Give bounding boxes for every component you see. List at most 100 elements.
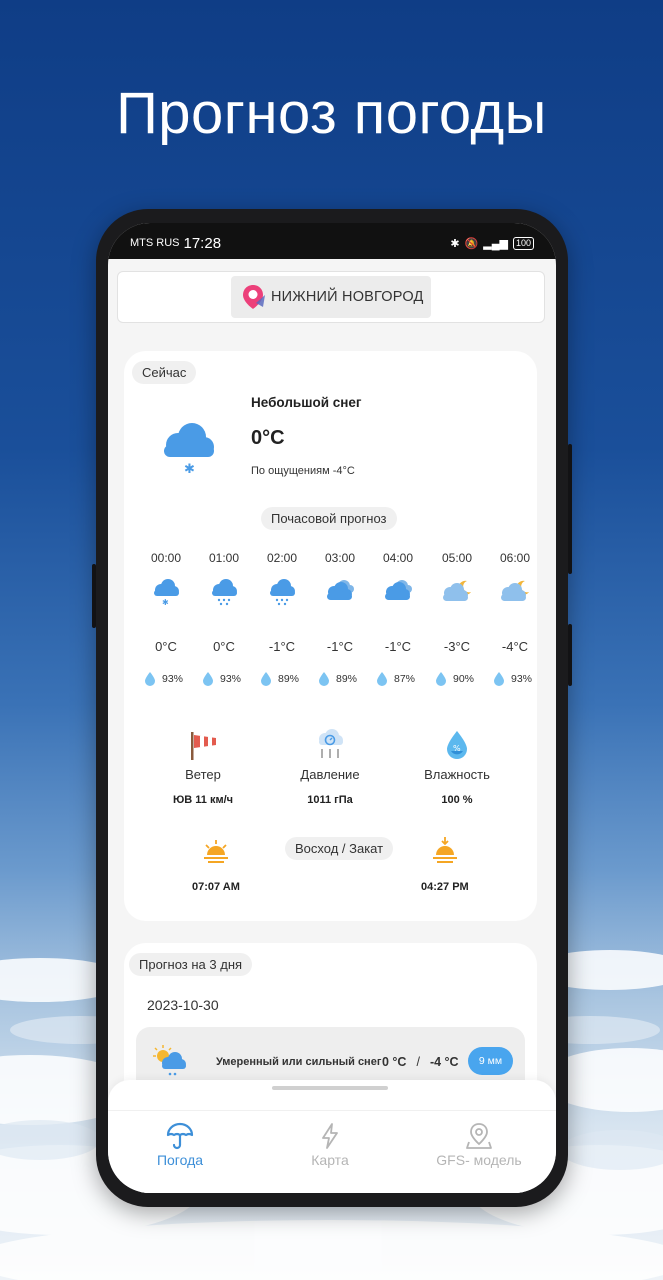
temp-separator: / <box>416 1055 420 1069</box>
forecast-max-temp: 0 °C <box>382 1055 407 1069</box>
humidity-drop-icon <box>261 672 271 686</box>
bottom-navigation: Погода Карта GFS- модель <box>108 1080 556 1193</box>
hourly-item: 00:00 ✱ 0°C 93% <box>138 551 194 687</box>
nav-item-map[interactable]: Карта <box>270 1122 390 1168</box>
hour-temp: 0°C <box>155 639 177 654</box>
cloud-snow-icon: ✱ <box>154 579 179 607</box>
humidity-drop-icon <box>319 672 329 686</box>
phone-side-button <box>568 444 572 574</box>
overcast-icon <box>385 580 412 600</box>
svg-text:%: % <box>453 744 461 753</box>
hour-humidity: 93% <box>162 673 184 685</box>
mute-icon: 🔕 <box>464 237 479 250</box>
humidity-drop-icon <box>494 672 504 686</box>
signal-icon: ▂▄▆ <box>483 237 508 250</box>
lightning-icon <box>322 1123 338 1149</box>
umbrella-icon <box>166 1122 194 1150</box>
city-name: НИЖНИЙ НОВГОРОД <box>271 289 424 305</box>
humidity-drop-icon <box>203 672 213 686</box>
hour-time: 00:00 <box>150 551 182 565</box>
hour-temp: -1°C <box>268 639 296 654</box>
hourly-item: 04:00 -1°C 87% <box>370 551 426 687</box>
hourly-item: 06:00 -4°C 93% <box>487 551 537 687</box>
hour-temp: -1°C <box>326 639 354 654</box>
section-label-forecast: Прогноз на 3 дня <box>129 953 253 976</box>
humidity-drop-icon <box>377 672 387 686</box>
current-temperature: 0°C <box>251 427 285 449</box>
pressure-label: Давление <box>300 767 360 782</box>
nav-label-gfs-model: GFS- модель <box>436 1152 522 1168</box>
hour-time: 06:00 <box>499 551 531 565</box>
hour-temp: -4°C <box>501 639 529 654</box>
humidity-metric: % Влажность 100 % <box>397 729 517 806</box>
forecast-temps: 0 °C / -4 °C <box>382 1055 459 1069</box>
nav-divider <box>108 1110 556 1111</box>
hour-humidity: 89% <box>278 673 300 685</box>
status-icons: ✱ 🔕 ▂▄▆ 100 <box>450 236 534 250</box>
hour-time: 02:00 <box>266 551 298 565</box>
hero-title: Прогноз погоды <box>116 81 547 146</box>
phone-frame: MTS RUS 17:28 ✱ 🔕 ▂▄▆ 100 НИЖНИЙ НОВГОРО… <box>92 209 572 1207</box>
cloud-light-snow-icon <box>270 579 295 606</box>
partly-cloudy-night-icon <box>443 580 471 601</box>
phone-side-button <box>568 624 572 686</box>
svg-text:✱: ✱ <box>184 462 195 477</box>
nav-label-weather: Погода <box>156 1152 204 1168</box>
humidity-drop-icon: % <box>447 731 467 759</box>
humidity-drop-icon <box>436 672 446 686</box>
current-condition: Небольшой снег <box>251 395 362 410</box>
wind-value: ЮВ 11 км/ч <box>172 794 234 806</box>
forecast-date: 2023-10-30 <box>147 997 219 1013</box>
map-pin-icon <box>466 1123 492 1149</box>
phone-side-button <box>92 564 96 628</box>
hour-humidity: 93% <box>511 673 533 685</box>
hour-temp: 0°C <box>213 639 235 654</box>
svg-text:✱: ✱ <box>162 598 169 607</box>
humidity-label: Влажность <box>424 767 490 782</box>
wind-label: Ветер <box>185 767 221 782</box>
partly-cloudy-night-icon <box>501 580 529 601</box>
battery-icon: 100 <box>512 236 534 250</box>
windsock-icon <box>191 732 216 760</box>
humidity-drop-icon <box>145 672 155 686</box>
cloud-light-snow-icon <box>212 579 237 606</box>
cloud-snow-icon: ✱ <box>164 423 214 477</box>
sun-cloud-snow-icon <box>153 1045 186 1076</box>
humidity-value: 100 % <box>441 794 473 806</box>
pressure-value: 1011 гПа <box>307 794 353 806</box>
hour-temp: -3°C <box>443 639 471 654</box>
status-carrier: MTS RUS <box>130 237 180 249</box>
status-bar: MTS RUS 17:28 ✱ 🔕 ▂▄▆ 100 <box>108 223 556 259</box>
barometer-icon <box>319 729 343 758</box>
sunrise-icon <box>204 840 228 863</box>
hourly-forecast-strip[interactable]: 00:00 ✱ 0°C 93% 01:00 0°C 93% 02:00 -1°C <box>138 551 537 701</box>
forecast-min-temp: -4 °C <box>429 1055 459 1069</box>
section-label-now: Сейчас <box>132 361 197 384</box>
forecast-condition: Умеренный или сильный снег <box>216 1056 382 1068</box>
map-pin-icon <box>243 285 265 309</box>
app-screen: MTS RUS 17:28 ✱ 🔕 ▂▄▆ 100 НИЖНИЙ НОВГОРО… <box>108 223 556 1193</box>
sunset-time: 04:27 PM <box>421 881 469 893</box>
hour-time: 03:00 <box>324 551 356 565</box>
hour-time: 04:00 <box>382 551 414 565</box>
feels-like: По ощущениям -4°C <box>251 465 355 477</box>
hour-humidity: 87% <box>394 673 416 685</box>
nav-item-weather[interactable]: Погода <box>120 1122 240 1168</box>
location-selector[interactable]: НИЖНИЙ НОВГОРОД <box>231 276 431 318</box>
hour-humidity: 93% <box>220 673 242 685</box>
hourly-item: 02:00 -1°C 89% <box>254 551 310 687</box>
hourly-item: 05:00 -3°C 90% <box>429 551 485 687</box>
hourly-item: 01:00 0°C 93% <box>196 551 252 687</box>
nav-item-gfs-model[interactable]: GFS- модель <box>419 1122 539 1168</box>
section-label-hourly: Почасовой прогноз <box>261 507 397 530</box>
bluetooth-icon: ✱ <box>450 237 460 250</box>
hour-time: 01:00 <box>208 551 240 565</box>
hour-time: 05:00 <box>441 551 473 565</box>
sheet-handle[interactable] <box>272 1086 388 1090</box>
location-card: НИЖНИЙ НОВГОРОД <box>117 271 545 323</box>
hourly-item: 03:00 -1°C 89% <box>312 551 368 687</box>
wind-metric: Ветер ЮВ 11 км/ч <box>143 729 263 806</box>
precipitation-badge: 9 мм <box>468 1047 513 1075</box>
pressure-metric: Давление 1011 гПа <box>270 729 390 806</box>
nav-label-map: Карта <box>311 1152 349 1168</box>
